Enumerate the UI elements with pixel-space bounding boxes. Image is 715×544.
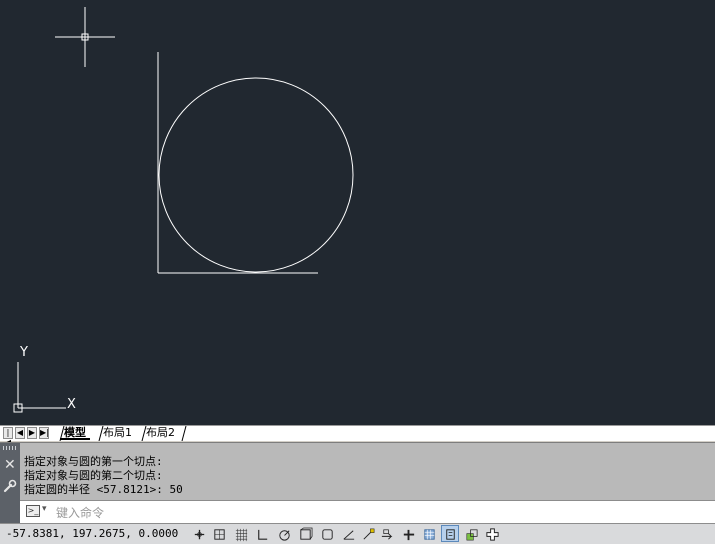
annotation-monitor-icon — [486, 528, 499, 541]
close-icon[interactable]: ✕ — [4, 458, 16, 472]
history-line: 指定圆的半径 <57.8121>: 50 — [24, 483, 183, 496]
transparency-toggle[interactable] — [420, 525, 438, 542]
next-tab-button[interactable]: ▶ — [27, 427, 37, 439]
command-input-placeholder[interactable]: 键入命令 — [56, 504, 104, 521]
tangent-circle[interactable] — [158, 77, 354, 273]
dynamic-input-toggle[interactable] — [378, 525, 396, 542]
selection-cycling-icon — [466, 529, 478, 541]
annotation-monitor-toggle[interactable] — [483, 525, 501, 542]
layout-tab-bar: |◀ ◀ ▶ ▶| 模型 布局1 布局2 — [0, 425, 715, 447]
snap-mode-toggle[interactable] — [210, 525, 228, 542]
history-line: 指定对象与圆的第二个切点: — [24, 469, 163, 482]
status-bar: -57.8381, 197.2675, 0.0000 — [0, 523, 715, 544]
object-snap-toggle[interactable] — [318, 525, 336, 542]
polar-tracking-toggle[interactable] — [275, 525, 293, 542]
crosshair-cursor — [55, 7, 115, 67]
selection-cycling-toggle[interactable] — [462, 525, 480, 542]
model-space[interactable]: Y X — [0, 0, 715, 425]
object-snap-tracking-icon — [343, 530, 355, 540]
dynamic-ucs-toggle[interactable] — [359, 525, 377, 542]
object-snap-tracking-toggle[interactable] — [339, 525, 357, 542]
dynamic-ucs-icon — [363, 528, 375, 540]
dynamic-input-icon — [381, 529, 393, 540]
ortho-mode-toggle[interactable] — [253, 525, 271, 542]
infer-constraints-toggle[interactable] — [190, 525, 208, 542]
command-line-window: ✕ 指定对象与圆的第一个切点: 指定对象与圆的第二个切点: 指定圆的半径 <57… — [0, 442, 715, 524]
polar-tracking-icon — [279, 530, 290, 541]
ucs-icon: Y X — [13, 345, 76, 413]
previous-tab-button[interactable]: ◀ — [15, 427, 25, 439]
drawing-canvas[interactable]: Y X — [0, 0, 715, 425]
command-input[interactable]: >_ ▾ 键入命令 — [20, 500, 715, 523]
quick-properties-toggle[interactable] — [441, 525, 459, 542]
infer-constraints-icon — [194, 529, 205, 540]
grid-display-icon — [235, 528, 248, 542]
drag-handle-icon[interactable] — [3, 446, 17, 450]
grid-display-toggle[interactable] — [232, 525, 250, 542]
snap-mode-icon — [214, 529, 225, 540]
lineweight-toggle[interactable] — [399, 525, 417, 542]
command-line-sidebar: ✕ — [0, 443, 20, 523]
transparency-icon — [424, 529, 435, 540]
ucs-x-label: X — [67, 397, 76, 412]
history-line: 指定对象与圆的第一个切点: — [24, 455, 163, 468]
ucs-y-label: Y — [19, 345, 28, 360]
first-tab-button[interactable]: |◀ — [3, 427, 13, 447]
quick-properties-icon — [446, 529, 455, 540]
wrench-icon[interactable] — [3, 479, 17, 493]
command-history: 指定对象与圆的第一个切点: 指定对象与圆的第二个切点: 指定圆的半径 <57.8… — [24, 455, 183, 497]
object-snap-icon — [322, 529, 333, 540]
lineweight-icon — [403, 529, 415, 541]
chevron-down-icon[interactable]: ▾ — [42, 504, 47, 514]
ortho-mode-icon — [258, 529, 268, 540]
3d-object-snap-toggle[interactable] — [296, 525, 314, 542]
3d-object-snap-icon — [300, 527, 313, 540]
tab-dividers — [59, 426, 187, 441]
last-tab-button[interactable]: ▶| — [39, 427, 49, 439]
command-prompt-icon[interactable]: >_ — [26, 505, 40, 517]
coordinate-readout[interactable]: -57.8381, 197.2675, 0.0000 — [6, 527, 178, 540]
